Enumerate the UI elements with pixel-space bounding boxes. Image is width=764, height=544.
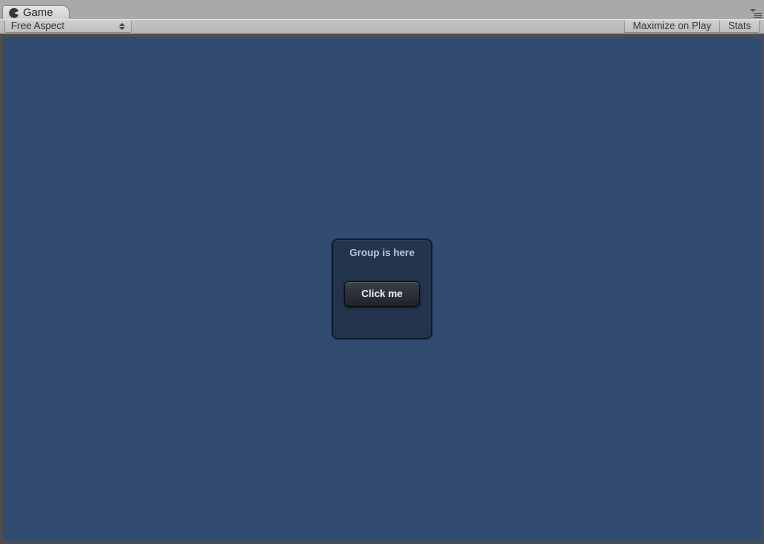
aspect-ratio-dropdown[interactable]: Free Aspect: [4, 20, 132, 33]
gui-group-title: Group is here: [333, 248, 431, 259]
tab-row: Game: [0, 5, 764, 19]
tab-game-label: Game: [23, 7, 53, 19]
pacman-icon: [9, 8, 19, 18]
click-me-button-label: Click me: [361, 289, 402, 300]
stats-label: Stats: [728, 21, 751, 32]
updown-arrows-icon: [119, 23, 125, 30]
tab-game[interactable]: Game: [2, 5, 70, 19]
aspect-ratio-label: Free Aspect: [11, 21, 64, 32]
maximize-on-play-label: Maximize on Play: [633, 21, 711, 32]
game-viewport[interactable]: Group is here Click me: [3, 37, 761, 541]
maximize-on-play-button[interactable]: Maximize on Play: [624, 20, 720, 33]
unity-editor-frame: Game Free Aspect Maximize on Play: [0, 0, 764, 544]
panel-menu-icon[interactable]: [750, 8, 762, 18]
gui-group-separator: [337, 265, 427, 266]
stats-button[interactable]: Stats: [720, 20, 760, 33]
game-viewport-frame: Group is here Click me: [0, 34, 764, 544]
game-toolbar: Free Aspect Maximize on Play Stats: [0, 19, 764, 34]
click-me-button[interactable]: Click me: [344, 281, 420, 307]
